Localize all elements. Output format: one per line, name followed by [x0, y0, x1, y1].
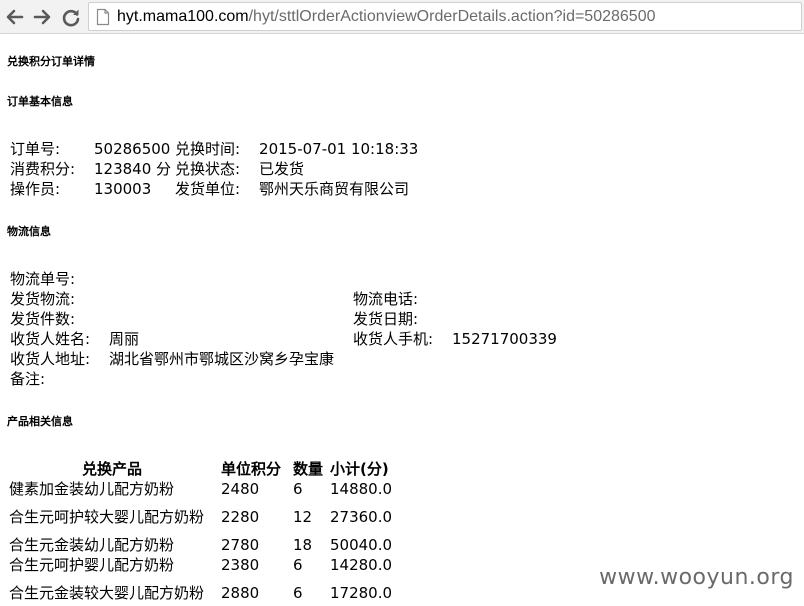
product-name: 合生元呵护婴儿配方奶粉: [9, 555, 175, 574]
recipient-name-value: 周丽: [109, 330, 140, 348]
url-path: /hyt/sttlOrderActionviewOrderDetails.act…: [248, 8, 656, 25]
exchange-status-value: 已发货: [259, 160, 305, 178]
order-number-value: 50286500: [94, 140, 171, 158]
carrier-phone-value: [452, 289, 561, 309]
product-name: 合生元金装较大婴儿配方奶粉: [9, 583, 205, 602]
reload-icon[interactable]: [58, 4, 84, 30]
points-spent-value: 123840 分: [94, 160, 172, 178]
column-header-product: 兑换产品: [81, 460, 142, 478]
page-content: 兑换积分订单详情 订单基本信息 订单号: 50286500 兑换时间: 2015…: [0, 35, 804, 606]
table-row: 备注:: [10, 369, 561, 389]
empty-cell: [353, 269, 452, 289]
unit-points: 2780: [221, 535, 260, 554]
table-header-row: 兑换产品 单位积分 数量 小计(分): [9, 459, 396, 479]
table-row: 健素加金装幼儿配方奶粉 2480 6 14880.0: [9, 479, 396, 499]
column-header-quantity: 数量: [293, 460, 324, 478]
carrier-phone-label: 物流电话:: [353, 290, 419, 308]
exchange-status-label: 兑换状态:: [175, 160, 241, 178]
exchange-time-value: 2015-07-01 10:18:33: [259, 140, 419, 158]
remarks-label: 备注:: [10, 370, 46, 388]
page-title: 兑换积分订单详情: [7, 55, 95, 68]
recipient-name-label: 收货人姓名:: [10, 330, 91, 348]
points-spent-label: 消费积分:: [10, 160, 76, 178]
order-section-heading: 订单基本信息: [7, 95, 73, 108]
logistics-section-heading: 物流信息: [7, 225, 51, 238]
browser-toolbar: hyt.mama100.com/hyt/sttlOrderActionviewO…: [0, 0, 804, 34]
operator-value: 130003: [94, 180, 152, 198]
package-count-label: 发货件数:: [10, 310, 76, 328]
address-bar[interactable]: hyt.mama100.com/hyt/sttlOrderActionviewO…: [88, 2, 802, 31]
unit-points: 2280: [221, 507, 260, 526]
products-table: 兑换产品 单位积分 数量 小计(分) 健素加金装幼儿配方奶粉 2480 6 14…: [9, 459, 396, 606]
table-row: 订单号: 50286500 兑换时间: 2015-07-01 10:18:33: [10, 139, 422, 159]
subtotal: 27360.0: [330, 507, 393, 526]
order-number-label: 订单号:: [10, 140, 61, 158]
carrier-value: [109, 289, 353, 309]
quantity: 6: [293, 583, 303, 602]
quantity: 6: [293, 555, 303, 574]
empty-cell: [452, 369, 561, 389]
carrier-label: 发货物流:: [10, 290, 76, 308]
table-row: 合生元呵护较大婴儿配方奶粉 2280 12 27360.0: [9, 499, 396, 535]
shipping-unit-label: 发货单位:: [175, 180, 241, 198]
unit-points: 2480: [221, 479, 260, 498]
table-row: 合生元金装较大婴儿配方奶粉 2880 6 17280.0: [9, 575, 396, 606]
forward-arrow-icon[interactable]: [29, 4, 55, 30]
quantity: 18: [293, 535, 313, 554]
table-row: 收货人姓名: 周丽 收货人手机: 15271700339: [10, 329, 561, 349]
recipient-address-value: 湖北省鄂州市鄂城区沙窝乡孕宝康: [109, 350, 335, 368]
recipient-phone-value: 15271700339: [452, 330, 557, 348]
url-host: hyt.mama100.com: [117, 8, 249, 25]
package-count-value: [109, 309, 353, 329]
product-name: 合生元呵护较大婴儿配方奶粉: [9, 507, 205, 526]
empty-cell: [452, 349, 561, 369]
remarks-value: [109, 369, 353, 389]
tracking-number-value: [109, 269, 353, 289]
product-name: 合生元金装幼儿配方奶粉: [9, 535, 175, 554]
table-row: 发货件数: 发货日期:: [10, 309, 561, 329]
subtotal: 14880.0: [330, 479, 393, 498]
url-text[interactable]: hyt.mama100.com/hyt/sttlOrderActionviewO…: [117, 8, 656, 26]
logistics-info-table: 物流单号: 发货物流: 物流电话: 发货件数: 发货日期: 收货人姓名: 周丽 …: [10, 269, 561, 389]
product-name: 健素加金装幼儿配方奶粉: [9, 479, 175, 498]
shipping-unit-value: 鄂州天乐商贸有限公司: [259, 180, 410, 198]
column-header-subtotal: 小计(分): [330, 460, 389, 478]
table-row: 合生元金装幼儿配方奶粉 2780 18 50040.0: [9, 535, 396, 555]
table-row: 物流单号:: [10, 269, 561, 289]
subtotal: 50040.0: [330, 535, 393, 554]
recipient-phone-label: 收货人手机:: [353, 330, 434, 348]
unit-points: 2880: [221, 583, 260, 602]
unit-points: 2380: [221, 555, 260, 574]
ship-date-label: 发货日期:: [353, 310, 419, 328]
exchange-time-label: 兑换时间:: [175, 140, 241, 158]
subtotal: 17280.0: [330, 583, 393, 602]
table-row: 操作员: 130003 发货单位: 鄂州天乐商贸有限公司: [10, 179, 422, 199]
table-row: 合生元呵护婴儿配方奶粉 2380 6 14280.0: [9, 555, 396, 575]
column-header-unit-points: 单位积分: [221, 460, 282, 478]
quantity: 12: [293, 507, 313, 526]
products-section-heading: 产品相关信息: [7, 415, 73, 428]
empty-cell: [353, 349, 452, 369]
order-info-table: 订单号: 50286500 兑换时间: 2015-07-01 10:18:33 …: [10, 139, 422, 199]
empty-cell: [353, 369, 452, 389]
back-arrow-icon[interactable]: [2, 4, 28, 30]
table-row: 发货物流: 物流电话:: [10, 289, 561, 309]
operator-label: 操作员:: [10, 180, 61, 198]
watermark-text: www.wooyun.org: [599, 565, 794, 590]
recipient-address-label: 收货人地址:: [10, 350, 91, 368]
empty-cell: [452, 269, 561, 289]
ship-date-value: [452, 309, 561, 329]
subtotal: 14280.0: [330, 555, 393, 574]
tracking-number-label: 物流单号:: [10, 270, 76, 288]
table-row: 收货人地址: 湖北省鄂州市鄂城区沙窝乡孕宝康: [10, 349, 561, 369]
quantity: 6: [293, 479, 303, 498]
page-icon: [95, 8, 111, 26]
table-row: 消费积分: 123840 分 兑换状态: 已发货: [10, 159, 422, 179]
